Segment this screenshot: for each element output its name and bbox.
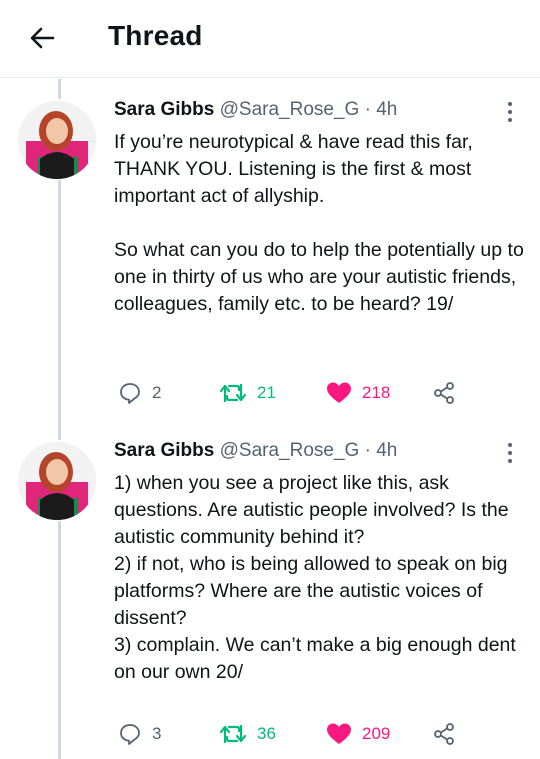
back-button[interactable]: [26, 22, 58, 54]
retweet-arrows-icon: [219, 724, 247, 744]
tweet-text: 1) when you see a project like this, ask…: [114, 472, 516, 683]
vertical-dots-icon: [508, 102, 512, 122]
share-nodes-icon: [434, 723, 454, 745]
speech-bubble-icon: [120, 383, 140, 404]
reply-button[interactable]: 3: [118, 719, 161, 749]
share-button[interactable]: [432, 378, 456, 408]
heart-icon: [327, 382, 351, 403]
like-button[interactable]: 218: [326, 378, 390, 408]
reply-button[interactable]: 2: [118, 378, 161, 408]
timestamp[interactable]: 4h: [376, 440, 397, 461]
speech-bubble-icon: [120, 724, 140, 745]
separator-dot: ·: [364, 99, 371, 120]
retweet-count: 21: [257, 383, 276, 402]
more-button[interactable]: [506, 442, 514, 464]
tweet-actions: 2 21 218: [114, 378, 514, 408]
separator-dot: ·: [364, 440, 371, 461]
share-button[interactable]: [432, 719, 456, 749]
tweet-header: Sara Gibbs @Sara_Rose_G · 4h: [114, 99, 397, 121]
arrow-left-icon: [30, 27, 55, 49]
tweet[interactable]: Sara Gibbs @Sara_Rose_G · 4h If you’re n…: [0, 99, 540, 419]
share-nodes-icon: [434, 382, 454, 404]
author-handle[interactable]: @Sara_Rose_G: [220, 440, 360, 461]
tweet[interactable]: Sara Gibbs @Sara_Rose_G · 4h 1) when you…: [0, 440, 540, 759]
heart-icon: [327, 723, 351, 744]
like-count: 209: [362, 724, 391, 743]
reply-count: 2: [152, 383, 162, 402]
retweet-button[interactable]: 21: [219, 378, 276, 408]
avatar[interactable]: [18, 442, 96, 520]
avatar[interactable]: [18, 101, 96, 179]
thread-line-top: [58, 79, 61, 99]
reply-count: 3: [152, 724, 162, 743]
tweet-text: If you’re neurotypical & have read this …: [114, 131, 524, 315]
thread-header: Thread: [0, 0, 540, 78]
like-button[interactable]: 209: [326, 719, 390, 749]
author-name[interactable]: Sara Gibbs: [114, 99, 214, 120]
retweet-count: 36: [257, 724, 276, 743]
retweet-arrows-icon: [219, 383, 247, 403]
retweet-button[interactable]: 36: [219, 719, 276, 749]
tweet-header: Sara Gibbs @Sara_Rose_G · 4h: [114, 440, 397, 462]
timestamp[interactable]: 4h: [376, 99, 397, 120]
like-count: 218: [362, 383, 391, 402]
more-button[interactable]: [506, 101, 514, 123]
tweet-actions: 3 36 209: [114, 719, 514, 749]
vertical-dots-icon: [508, 443, 512, 463]
author-name[interactable]: Sara Gibbs: [114, 440, 214, 461]
author-handle[interactable]: @Sara_Rose_G: [220, 99, 360, 120]
page-title: Thread: [108, 20, 203, 51]
